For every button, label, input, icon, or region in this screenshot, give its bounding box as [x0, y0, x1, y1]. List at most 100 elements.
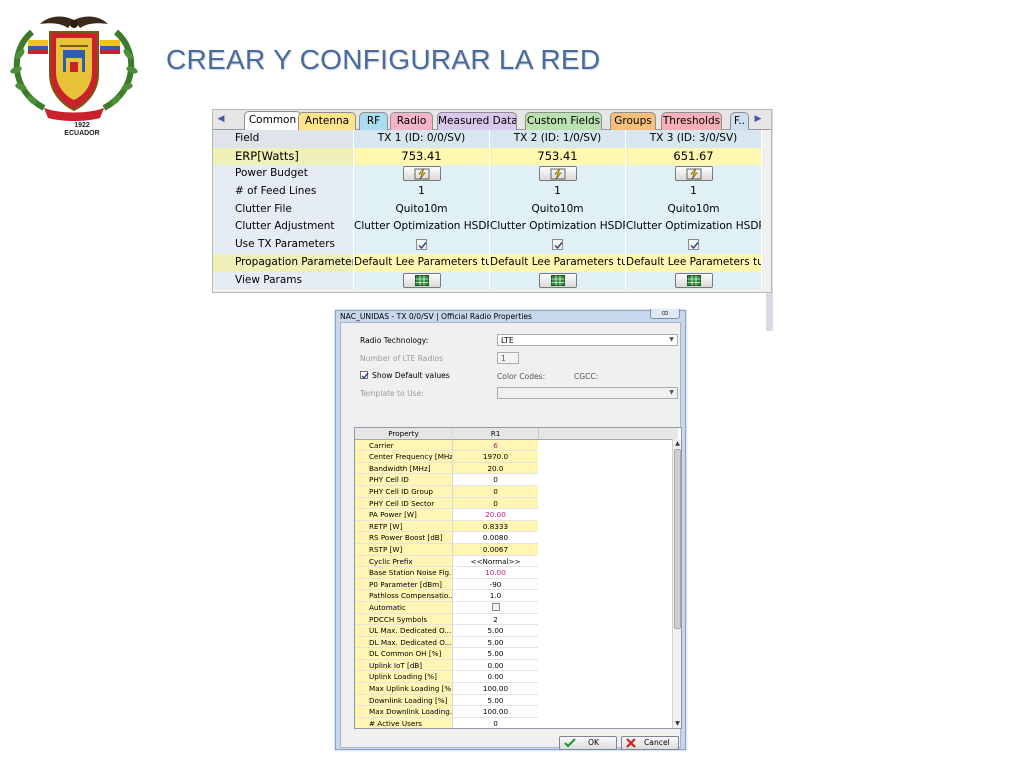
- grid-cell[interactable]: Quito10m: [354, 200, 490, 219]
- property-name: PHY Cell ID Group: [355, 485, 452, 498]
- property-value[interactable]: 0: [452, 485, 538, 498]
- property-value[interactable]: 6: [452, 439, 538, 452]
- tab-f[interactable]: F..: [730, 112, 749, 130]
- property-value[interactable]: 1.0: [452, 590, 538, 602]
- template-select[interactable]: ▼: [497, 387, 678, 399]
- tab-thresholds[interactable]: Thresholds: [661, 112, 722, 130]
- cgcc-label: CGCC:: [574, 372, 599, 381]
- property-value[interactable]: 1970.0: [452, 451, 538, 463]
- radio-technology-select[interactable]: LTE ▼: [497, 334, 678, 346]
- column-header-field[interactable]: Field: [213, 130, 354, 148]
- grid-cell[interactable]: 753.41: [490, 147, 626, 166]
- property-value[interactable]: 5.00: [452, 636, 538, 649]
- property-row: RETP [W] 0.8333: [355, 520, 681, 533]
- property-value[interactable]: 5.00: [452, 694, 538, 707]
- tab-radio[interactable]: Radio: [390, 112, 433, 130]
- power-budget-cell[interactable]: [354, 165, 490, 184]
- tab-common[interactable]: Common: [244, 111, 301, 131]
- property-value[interactable]: 0: [452, 497, 538, 510]
- num-radios-field[interactable]: 1: [497, 352, 519, 364]
- grid-row: View Params: [213, 271, 771, 290]
- property-value[interactable]: 100.00: [452, 706, 538, 718]
- tab-groups[interactable]: Groups: [610, 112, 656, 130]
- column-header-tx2[interactable]: TX 2 (ID: 1/0/SV): [490, 130, 626, 148]
- ok-button[interactable]: OK: [559, 736, 617, 750]
- tab-measured-data[interactable]: Measured Data: [437, 112, 517, 130]
- use-tx-params-cell[interactable]: [490, 236, 626, 254]
- r1-column-header[interactable]: R1: [452, 428, 538, 440]
- use-tx-params-checkbox[interactable]: [416, 239, 427, 251]
- property-value[interactable]: 0: [452, 474, 538, 486]
- show-default-checkbox[interactable]: [360, 371, 369, 380]
- property-value[interactable]: 0.0067: [452, 543, 538, 556]
- view-params-cell[interactable]: [490, 271, 626, 290]
- use-tx-params-checkbox[interactable]: [552, 239, 563, 251]
- view-params-button[interactable]: [674, 272, 713, 288]
- property-value[interactable]: 5.00: [452, 625, 538, 637]
- grid-cell[interactable]: Default Lee Parameters tur...: [626, 253, 762, 272]
- column-header-tx3[interactable]: TX 3 (ID: 3/0/SV): [626, 130, 762, 148]
- close-button[interactable]: ꝏ: [650, 309, 680, 319]
- use-tx-params-cell[interactable]: [354, 236, 490, 254]
- grid-cell[interactable]: 1: [490, 183, 626, 201]
- view-params-cell[interactable]: [626, 271, 762, 290]
- radio-technology-label: Radio Technology:: [360, 336, 429, 345]
- use-tx-params-cell[interactable]: [626, 236, 762, 254]
- automatic-checkbox[interactable]: [491, 602, 500, 611]
- emblem-name: ECUADOR: [64, 130, 100, 137]
- property-row: DL Common OH [%] 5.00: [355, 648, 681, 660]
- grid-cell[interactable]: 1: [626, 183, 762, 201]
- property-name: DL Max. Dedicated O...: [355, 636, 452, 649]
- scroll-down-icon[interactable]: ▼: [673, 719, 681, 728]
- grid-cell[interactable]: 1: [354, 183, 490, 201]
- power-budget-button[interactable]: [538, 166, 577, 182]
- property-value[interactable]: 2: [452, 613, 538, 626]
- property-value[interactable]: 0.8333: [452, 520, 538, 533]
- property-value[interactable]: 0: [452, 717, 538, 728]
- scroll-thumb[interactable]: [674, 449, 681, 629]
- tab-scroll-left-icon[interactable]: ◀: [215, 112, 227, 127]
- grid-row: # of Feed Lines 1 1 1: [213, 183, 771, 201]
- property-value[interactable]: 0.00: [452, 671, 538, 684]
- property-value[interactable]: 10.00: [452, 567, 538, 579]
- grid-cell[interactable]: Default Lee Parameters tur...: [490, 253, 626, 272]
- grid-cell[interactable]: Quito10m: [626, 200, 762, 219]
- view-params-button[interactable]: [538, 272, 577, 288]
- tab-scroll-right-icon[interactable]: ▶: [752, 112, 764, 127]
- property-value[interactable]: [452, 601, 538, 614]
- view-params-cell[interactable]: [354, 271, 490, 290]
- grid-cell[interactable]: Clutter Optimization HSDPA...: [490, 218, 626, 237]
- property-value[interactable]: 5.00: [452, 648, 538, 660]
- tab-rf[interactable]: RF: [359, 112, 388, 130]
- property-value[interactable]: 20.00: [452, 509, 538, 521]
- column-header-tx1[interactable]: TX 1 (ID: 0/0/SV): [354, 130, 490, 148]
- power-budget-cell[interactable]: [490, 165, 626, 184]
- grid-cell[interactable]: 651.67: [626, 147, 762, 166]
- property-value[interactable]: 100.00: [452, 683, 538, 695]
- grid-cell[interactable]: Quito10m: [490, 200, 626, 219]
- emblem-graphic: [10, 16, 138, 121]
- tab-antenna[interactable]: Antenna: [298, 112, 356, 130]
- grid-cell[interactable]: Clutter Optimization HSDPA...: [354, 218, 490, 237]
- property-column-header[interactable]: Property: [355, 428, 452, 440]
- property-value[interactable]: <<Normal>>: [452, 555, 538, 568]
- tab-custom-fields[interactable]: Custom Fields: [525, 112, 602, 130]
- scroll-up-icon[interactable]: ▲: [673, 439, 681, 448]
- property-value[interactable]: 0.00: [452, 659, 538, 672]
- property-value[interactable]: 0.0080: [452, 532, 538, 544]
- view-params-button[interactable]: [402, 272, 441, 288]
- use-tx-params-checkbox[interactable]: [688, 239, 699, 251]
- color-codes-label: Color Codes:: [497, 372, 546, 381]
- grid-cell[interactable]: Clutter Optimization HSDPA...: [626, 218, 762, 237]
- grid-cell[interactable]: Default Lee Parameters tur...: [354, 253, 490, 272]
- property-value[interactable]: -90: [452, 578, 538, 591]
- grid-row: Power Budget: [213, 165, 771, 184]
- power-budget-button[interactable]: [402, 166, 441, 182]
- cancel-button[interactable]: Cancel: [621, 736, 679, 750]
- power-budget-cell[interactable]: [626, 165, 762, 184]
- grid-cell[interactable]: 753.41: [354, 147, 490, 166]
- properties-scrollbar[interactable]: ▲ ▼: [672, 439, 681, 728]
- property-value[interactable]: 20.0: [452, 462, 538, 475]
- power-budget-button[interactable]: [674, 166, 713, 182]
- table-grid-icon: [550, 274, 565, 286]
